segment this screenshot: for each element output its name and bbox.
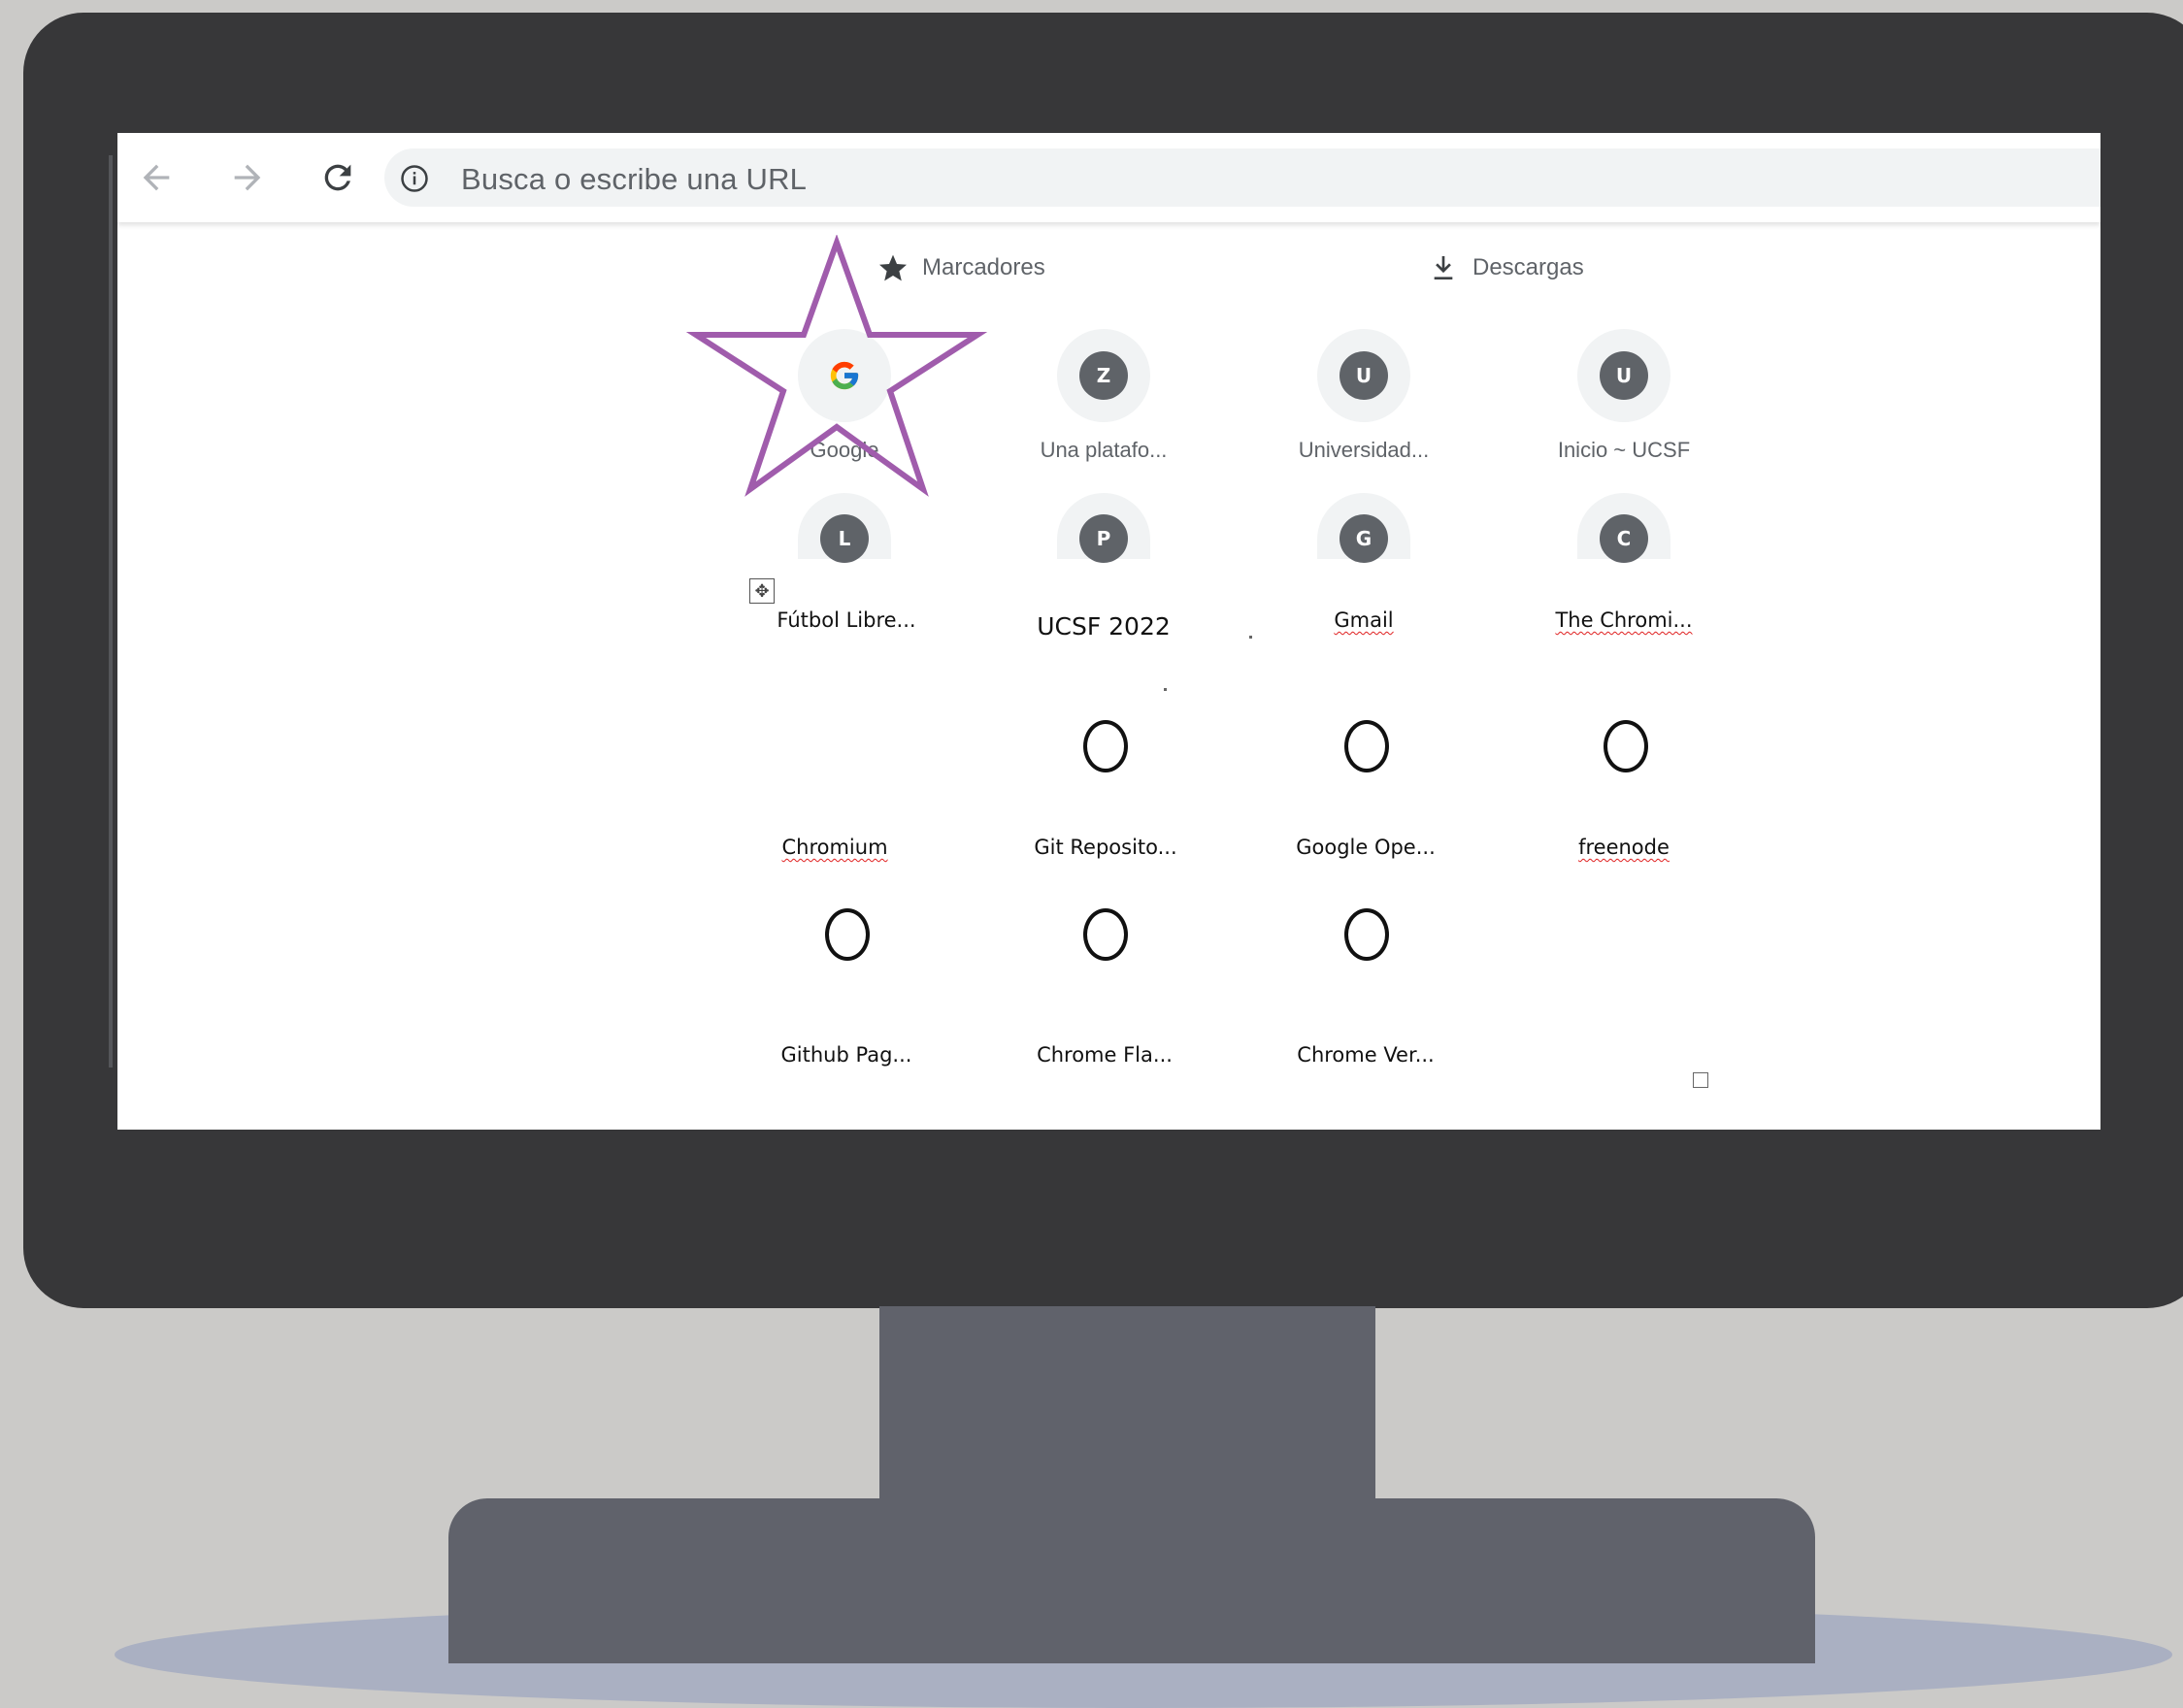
tile-letter-avatar: U	[1340, 351, 1388, 400]
tile-the-chromium[interactable]: C	[1577, 493, 1670, 563]
circle-placeholder-icon	[1344, 720, 1389, 772]
tile-label-una-plataforma: Una platafo...	[1040, 438, 1168, 462]
screen-bezel-edge	[109, 155, 113, 1068]
doc-label-gmail: Gmail	[1267, 608, 1461, 632]
doc-label-freenode-text: freenode	[1578, 836, 1670, 859]
tile-label-universidad: Universidad...	[1298, 438, 1430, 462]
forward-arrow-icon	[234, 164, 261, 191]
doc-label-chrome-flags: Chrome Fla...	[1037, 1043, 1173, 1067]
resize-handle-icon[interactable]	[1693, 1072, 1708, 1088]
highlight-star-annotation	[685, 235, 988, 497]
stray-dot	[1164, 688, 1167, 691]
tile-letter-avatar: P	[1079, 514, 1128, 563]
doc-label-google-open-source: Google Ope...	[1296, 836, 1436, 859]
omnibox[interactable]: Busca o escribe una URL	[384, 148, 2100, 207]
tile-universidad[interactable]: U	[1317, 329, 1410, 422]
tile-letter-avatar: U	[1600, 351, 1648, 400]
stray-dot	[1249, 636, 1252, 639]
tile-una-plataforma[interactable]: Z	[1057, 329, 1150, 422]
circle-placeholder-icon	[1083, 908, 1128, 961]
downloads-link[interactable]: Descargas	[1428, 252, 1584, 283]
circle-placeholder-icon	[1344, 908, 1389, 961]
doc-label-chromium: Chromium	[738, 836, 932, 859]
forward-button[interactable]	[224, 154, 271, 201]
tile-letter-avatar: G	[1340, 514, 1388, 563]
doc-label-chromium-text: Chromium	[781, 836, 888, 859]
reload-button[interactable]	[314, 154, 361, 201]
doc-label-chrome-version: Chrome Ver...	[1297, 1043, 1435, 1067]
back-arrow-icon	[143, 164, 170, 191]
tile-letter-avatar: C	[1600, 514, 1648, 563]
browser-toolbar: Busca o escribe una URL	[117, 133, 2100, 222]
doc-label-git-repositories: Git Reposito...	[1034, 836, 1177, 859]
monitor-base	[448, 1498, 1815, 1663]
reload-icon	[324, 164, 351, 191]
browser-screen: Busca o escribe una URL Marcadores Desca…	[117, 133, 2100, 1130]
doc-label-github-pages: Github Pag...	[780, 1043, 912, 1067]
circle-placeholder-icon	[1083, 720, 1128, 772]
tile-ucsf-2022[interactable]: P	[1057, 493, 1150, 563]
circle-placeholder-icon	[825, 908, 870, 961]
doc-label-futbol-libre: Fútbol Libre...	[777, 608, 916, 632]
doc-label-freenode: freenode	[1527, 836, 1721, 859]
monitor-neck	[879, 1306, 1375, 1500]
doc-label-gmail-text: Gmail	[1334, 608, 1394, 632]
tile-label-inicio-ucsf: Inicio ~ UCSF	[1557, 438, 1691, 462]
tile-inicio-ucsf[interactable]: U	[1577, 329, 1670, 422]
back-button[interactable]	[133, 154, 180, 201]
download-icon	[1434, 256, 1453, 279]
doc-label-ucsf-2022: UCSF 2022	[1037, 612, 1171, 640]
downloads-label: Descargas	[1472, 254, 1584, 280]
doc-label-the-chromium: The Chromi...	[1527, 608, 1721, 632]
move-handle-icon[interactable]: ✥	[749, 578, 775, 604]
info-icon[interactable]	[400, 164, 429, 198]
omnibox-placeholder: Busca o escribe una URL	[461, 162, 808, 196]
tile-gmail[interactable]: G	[1317, 493, 1410, 563]
tile-letter-avatar: Z	[1079, 351, 1128, 400]
doc-label-the-chromium-text: The Chromi...	[1555, 608, 1693, 632]
circle-placeholder-icon	[1604, 720, 1648, 772]
